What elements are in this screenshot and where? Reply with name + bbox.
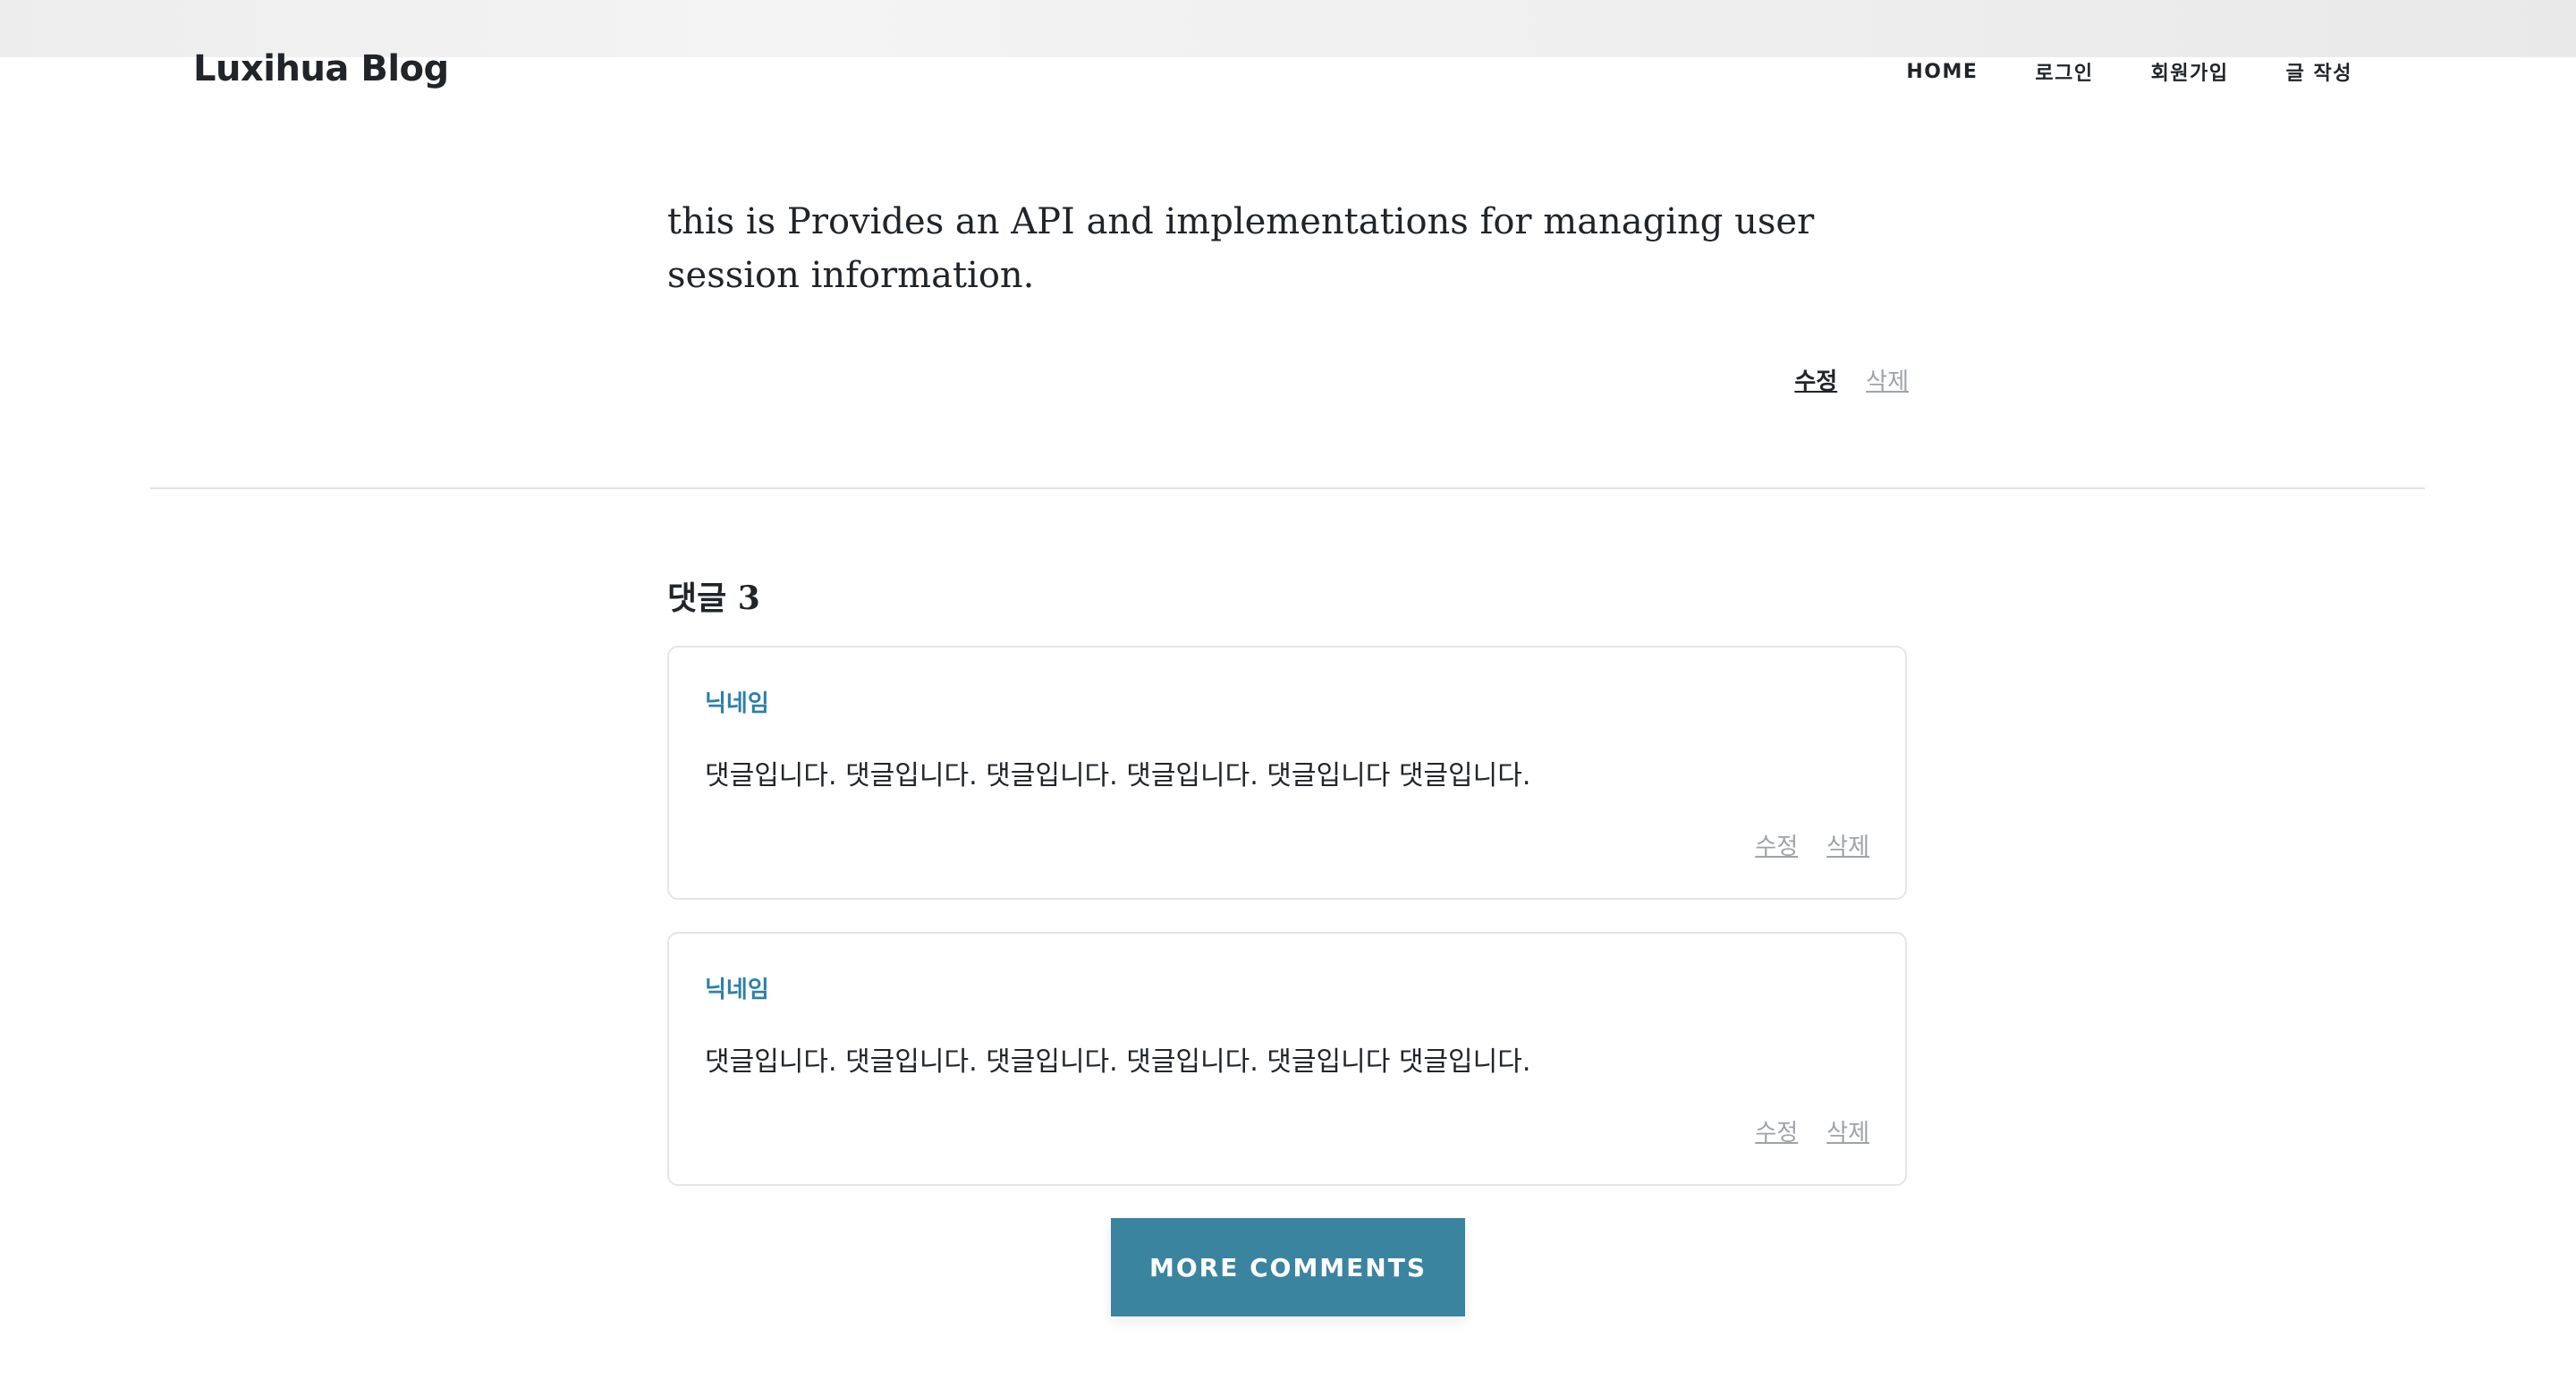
post-actions: 수정 삭제 <box>1794 363 1909 396</box>
comment-actions: 수정 삭제 <box>1755 1114 1869 1147</box>
comment-nickname: 닉네임 <box>705 690 769 717</box>
comment-card: 닉네임 댓글입니다. 댓글입니다. 댓글입니다. 댓글입니다. 댓글입니다 댓글… <box>667 932 1907 1186</box>
navbar: Luxihua Blog HOME 로그인 회원가입 글 작성 <box>0 36 2576 107</box>
post-body-text: this is Provides an API and implementati… <box>667 201 1815 296</box>
comment-delete-link[interactable]: 삭제 <box>1826 1114 1869 1147</box>
comment-actions: 수정 삭제 <box>1755 828 1869 861</box>
post-delete-link[interactable]: 삭제 <box>1866 363 1909 396</box>
comment-delete-link[interactable]: 삭제 <box>1826 828 1869 861</box>
more-comments-button[interactable]: MORE COMMENTS <box>1111 1218 1465 1316</box>
nav-links: HOME 로그인 회원가입 글 작성 <box>1849 57 2352 86</box>
nav-home[interactable]: HOME <box>1906 61 1978 83</box>
post-edit-link[interactable]: 수정 <box>1794 363 1837 396</box>
brand-logo[interactable]: Luxihua Blog <box>193 48 449 89</box>
comment-edit-link[interactable]: 수정 <box>1755 1114 1798 1147</box>
comment-edit-link[interactable]: 수정 <box>1755 828 1798 861</box>
comments-heading: 댓글 3 <box>667 580 760 617</box>
comment-text: 댓글입니다. 댓글입니다. 댓글입니다. 댓글입니다. 댓글입니다 댓글입니다. <box>705 760 1531 791</box>
section-divider <box>150 487 2425 489</box>
nav-login[interactable]: 로그인 <box>2035 57 2093 86</box>
comment-card: 닉네임 댓글입니다. 댓글입니다. 댓글입니다. 댓글입니다. 댓글입니다 댓글… <box>667 646 1907 900</box>
nav-write-post[interactable]: 글 작성 <box>2286 57 2352 86</box>
comment-text: 댓글입니다. 댓글입니다. 댓글입니다. 댓글입니다. 댓글입니다 댓글입니다. <box>705 1046 1531 1078</box>
comment-nickname: 닉네임 <box>705 977 769 1003</box>
nav-signup[interactable]: 회원가입 <box>2151 57 2229 86</box>
